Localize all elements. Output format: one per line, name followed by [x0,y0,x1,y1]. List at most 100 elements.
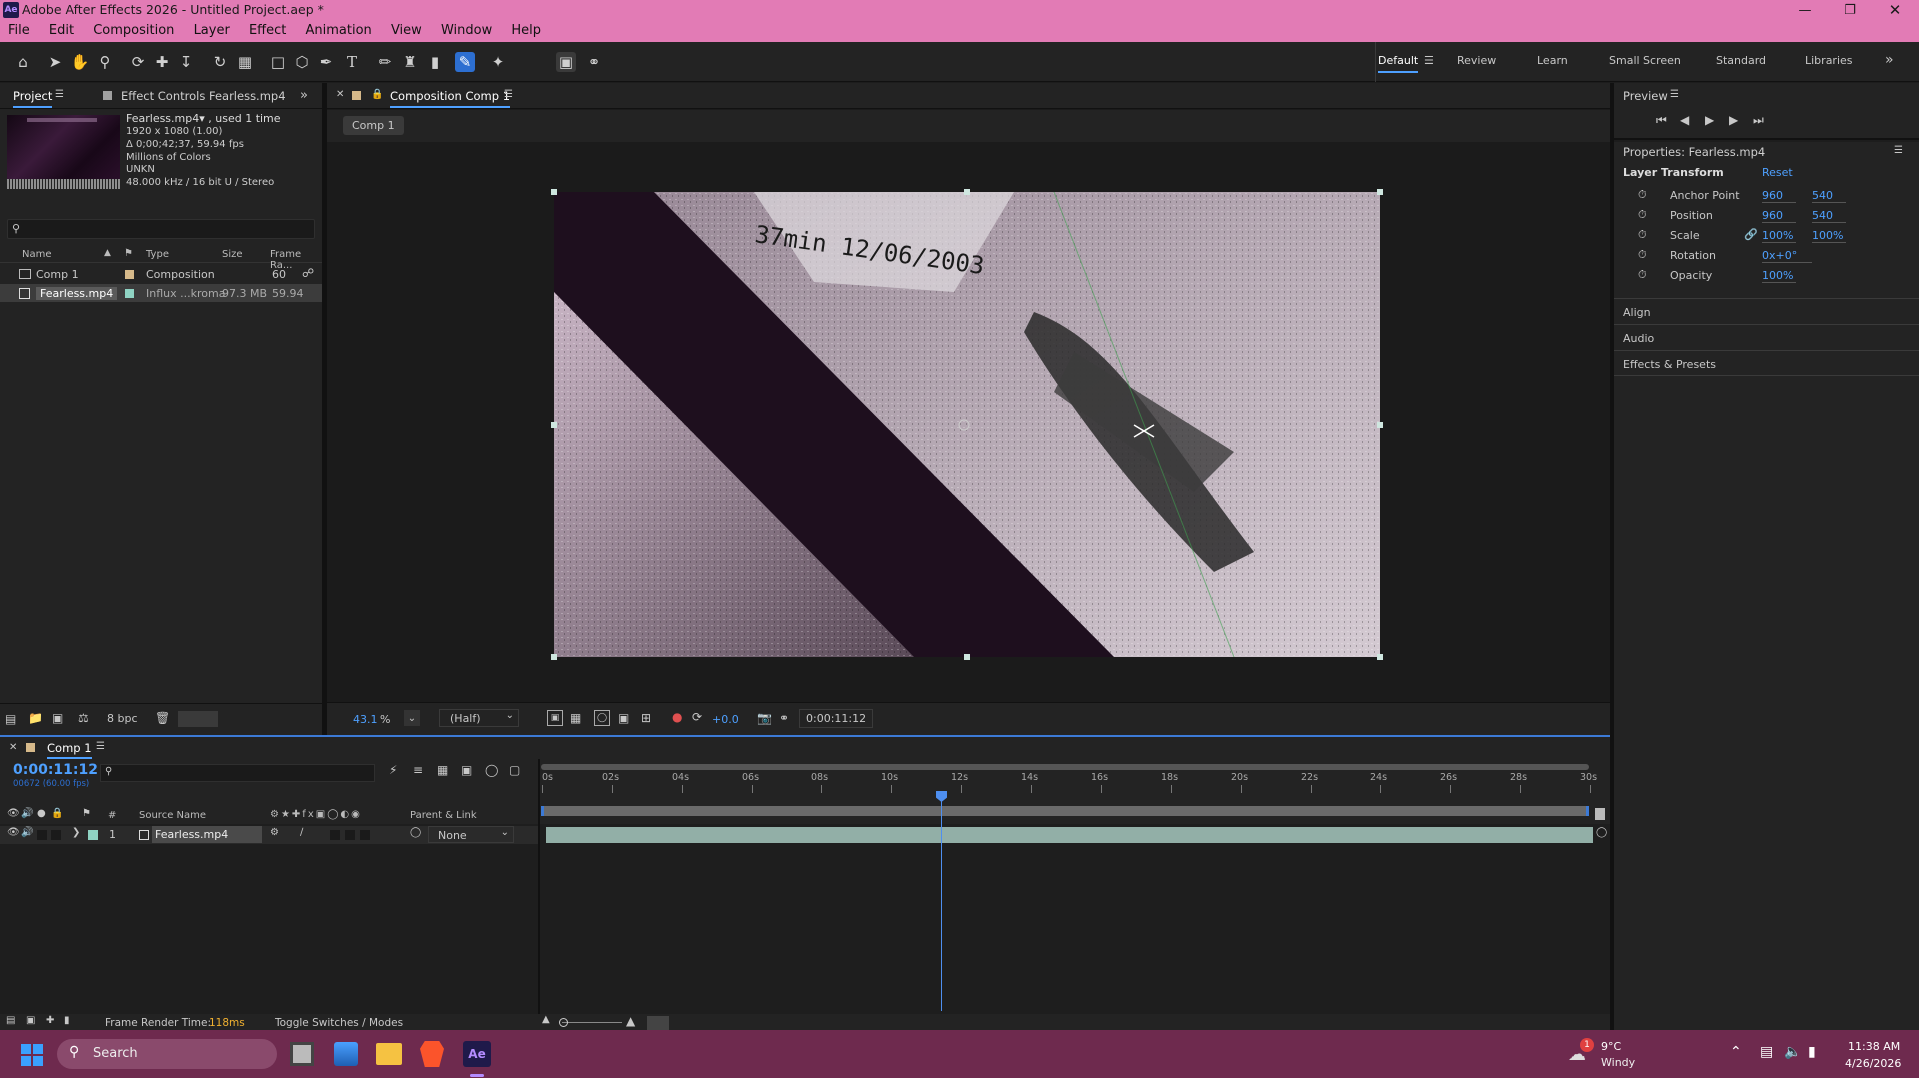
stopwatch-icon[interactable]: ⏱ [1638,228,1647,242]
close-icon[interactable]: ✕ [1880,0,1910,20]
timeline-zoom-slider[interactable] [559,1018,622,1027]
tab-composition[interactable]: Composition Comp 1 [390,89,511,108]
thumbnail-slider[interactable] [178,711,218,727]
photos-app-icon[interactable] [334,1042,358,1066]
exposure-reset-icon[interactable]: ⟳ [692,710,702,724]
pen-tool-icon[interactable]: ✒ [316,52,336,72]
pan-camera-icon[interactable]: ✚ [152,52,172,72]
interpret-footage-icon[interactable]: ▤ [5,712,16,726]
roto-brush-icon[interactable]: ✎ [455,52,475,72]
brush-tool-icon[interactable]: ✏ [375,52,395,72]
lock-icon[interactable]: 🔒 [371,89,383,100]
mask-visibility-icon[interactable]: ◯ [594,710,610,726]
home-icon[interactable]: ⌂ [13,52,33,72]
tab-timeline-comp[interactable]: Comp 1 [47,741,92,759]
tab-project[interactable]: Project [13,89,53,108]
panel-menu-icon[interactable]: ☰ [1670,89,1679,100]
orbit-camera-icon[interactable]: ⟳ [128,52,148,72]
resolution-select[interactable]: (Half) ⌄ [439,709,519,727]
col-name[interactable]: Name [22,249,52,260]
constrain-proportions-icon[interactable]: 🔗 [1744,228,1758,241]
menu-layer[interactable]: Layer [194,23,230,38]
new-folder-icon[interactable]: 📁 [28,711,43,725]
section-audio[interactable]: Audio [1614,324,1919,350]
restore-icon[interactable]: ❐ [1835,0,1865,20]
solo-icon[interactable]: ● [37,808,46,819]
adjust-icon[interactable]: ⚖ [78,711,89,725]
work-area-bar[interactable] [541,764,1589,770]
render-time-icon[interactable]: ▤ [6,1015,15,1026]
snapshot-camera-icon[interactable]: 📷 [757,711,772,725]
quality-icon[interactable]: ∕ [300,827,303,838]
graph-editor-icon[interactable]: ◯ [485,763,498,777]
workspace-default[interactable]: Default [1378,54,1419,73]
label-tag-icon[interactable]: ⚑ [82,808,91,819]
opacity-value[interactable]: 100% [1762,269,1796,283]
menu-help[interactable]: Help [511,23,541,38]
zoom-dropdown-icon[interactable]: ⌄ [404,710,420,726]
play-icon[interactable]: ▶ [1705,113,1714,127]
collapse-transform-icon[interactable]: ⚙ [270,827,279,838]
last-frame-icon[interactable]: ⏭ [1753,113,1764,128]
show-hidden-icons-icon[interactable]: ⌃ [1730,1044,1742,1060]
footage-name[interactable]: Fearless.mp4▾ , used 1 time [126,112,281,125]
next-frame-icon[interactable]: ▶ [1729,113,1738,127]
motion-blur-icon[interactable]: ▣ [461,763,472,777]
tab-effect-controls[interactable]: Effect Controls Fearless.mp4 [121,89,286,103]
menu-animation[interactable]: Animation [306,23,372,38]
menu-view[interactable]: View [391,23,422,38]
volume-icon[interactable]: 🔈 [1784,1044,1801,1060]
col-type[interactable]: Type [146,249,169,260]
transform-handle[interactable] [1377,422,1383,428]
dolly-camera-icon[interactable]: ↧ [176,52,196,72]
project-search-input[interactable]: ⚲ [7,219,315,239]
pan-behind-tool-icon[interactable]: ▦ [235,52,255,72]
zoom-tool-icon[interactable]: ⚲ [95,52,115,72]
menu-window[interactable]: Window [441,23,492,38]
workspace-libraries[interactable]: Libraries [1805,54,1853,67]
visibility-icon[interactable]: 👁 [7,808,20,819]
layer-name[interactable]: Fearless.mp4 [152,826,262,843]
position-y-value[interactable]: 540 [1812,209,1846,223]
clock-time[interactable]: 11:38 AM [1848,1040,1900,1053]
layer-row[interactable]: 👁 🔊 ❯ 1 Fearless.mp4 ⚙ ∕ ◯ None ⌄ [0,826,538,844]
grid-guides-icon[interactable]: ⊞ [641,711,651,725]
region-of-interest-icon[interactable]: ▣ [618,711,629,725]
after-effects-taskbar-icon[interactable]: Ae [463,1041,491,1067]
color-channels-icon[interactable]: ● [672,710,682,724]
workspace-small-screen[interactable]: Small Screen [1609,54,1681,67]
transform-handle[interactable] [551,654,557,660]
playhead[interactable] [936,791,947,1011]
lock-icon[interactable]: 🔒 [51,808,63,819]
switch-box[interactable] [330,830,340,840]
task-view-icon[interactable] [290,1042,314,1066]
windows-start-icon[interactable] [21,1044,43,1066]
layer-duration-bar[interactable] [546,827,1593,843]
feather-icon[interactable]: ⚭ [584,52,604,72]
stopwatch-icon[interactable]: ⏱ [1638,188,1647,202]
draft-3d-icon[interactable]: ⚡ [389,763,397,777]
composition-viewer[interactable]: 37min 12/06/2003 [554,192,1380,657]
fast-preview-icon[interactable]: ▣ [547,710,563,726]
panel-menu-icon[interactable]: ☰ [55,89,64,100]
audio-icon[interactable]: 🔊 [21,808,33,819]
scale-y-value[interactable]: 100% [1812,229,1846,243]
clone-stamp-icon[interactable]: ♜ [400,52,420,72]
flowchart-icon[interactable]: ☍ [302,266,314,280]
file-explorer-icon[interactable] [376,1043,402,1065]
stopwatch-icon[interactable]: ⏱ [1638,248,1647,262]
in-out-icon[interactable]: ▮ [64,1015,70,1026]
label-tag-icon[interactable]: ⚑ [124,248,133,259]
transform-handle[interactable] [551,422,557,428]
shy-layers-icon[interactable]: ≡ [413,763,423,777]
rectangle-tool-icon[interactable]: □ [268,52,288,72]
work-area-range[interactable] [541,806,1589,816]
current-timecode[interactable]: 0:00:11:12 [13,762,98,778]
col-size[interactable]: Size [222,249,243,260]
close-tab-icon[interactable]: ✕ [9,742,17,753]
trash-icon[interactable]: 🗑 [155,711,170,725]
3d-cube-icon[interactable]: ⬡ [292,52,312,72]
minimize-icon[interactable]: — [1790,0,1820,20]
slider-knob[interactable] [559,1018,568,1027]
taskbar-search-box[interactable]: ⚲ Search [57,1039,277,1069]
